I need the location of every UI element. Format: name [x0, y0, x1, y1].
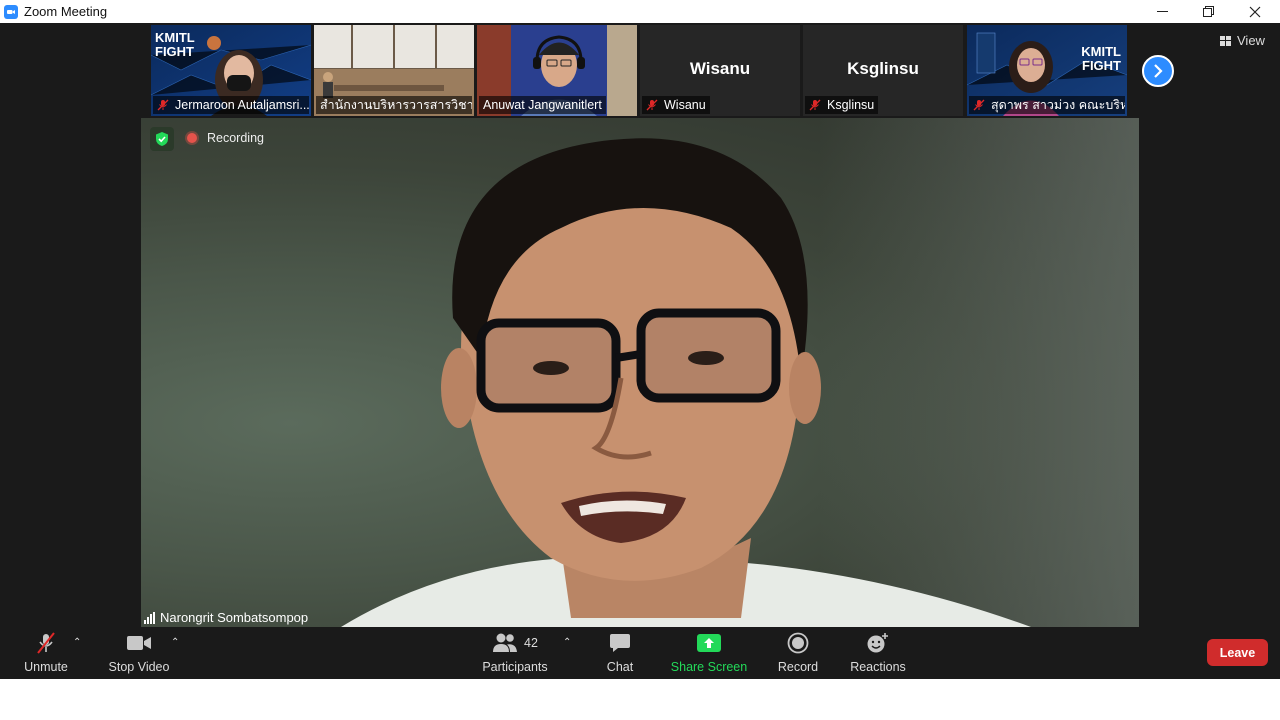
- close-button[interactable]: [1232, 0, 1278, 23]
- restore-button[interactable]: [1185, 0, 1231, 23]
- security-shield-icon[interactable]: [150, 127, 174, 151]
- record-icon: [787, 632, 809, 654]
- active-speaker-video: Recording Narongrit Sombatsompop: [141, 118, 1139, 627]
- participant-name: Ksglinsu: [827, 98, 875, 112]
- muted-mic-icon: [37, 632, 55, 654]
- zoom-app-icon: [4, 4, 18, 19]
- muted-mic-icon: [809, 99, 821, 111]
- active-speaker-name: Narongrit Sombatsompop: [144, 610, 308, 625]
- participant-tile[interactable]: สำนักงานบริหารวารสารวิชาการ: [314, 25, 474, 116]
- participant-name: Wisanu: [664, 98, 706, 112]
- minimize-icon: [1156, 11, 1168, 12]
- share-screen-button[interactable]: Share Screen: [670, 627, 748, 679]
- participants-count: 42: [524, 636, 538, 650]
- view-label: View: [1237, 33, 1265, 48]
- recording-indicator: Recording: [187, 131, 264, 145]
- participant-tile[interactable]: KMITL FIGHT Jermaroon Autaljamsri...: [151, 25, 311, 116]
- video-options-caret-icon[interactable]: ⌃: [171, 637, 179, 648]
- close-icon: [1249, 6, 1261, 17]
- participant-name-bar: Jermaroon Autaljamsri...: [153, 96, 309, 114]
- record-label: Record: [777, 660, 819, 674]
- share-screen-label: Share Screen: [670, 660, 748, 674]
- recording-label: Recording: [207, 131, 264, 145]
- participants-button[interactable]: 42 Participants: [479, 627, 551, 679]
- participant-tile[interactable]: KMITL FIGHT สุดาพร สาวม่วง คณะบริหา...: [967, 25, 1127, 116]
- recording-dot-icon: [187, 133, 197, 143]
- participant-name-bar: สำนักงานบริหารวารสารวิชาการ: [316, 96, 472, 114]
- unmute-label: Unmute: [24, 660, 68, 674]
- chat-icon: [610, 634, 630, 652]
- reactions-label: Reactions: [850, 660, 906, 674]
- kmitl-fight-banner: KMITL FIGHT: [155, 30, 195, 59]
- muted-mic-icon: [157, 99, 169, 111]
- participant-tile[interactable]: Anuwat Jangwanitlert: [477, 25, 637, 116]
- meeting-area: KMITL FIGHT Jermaroon Autaljamsri... สำน…: [0, 23, 1280, 627]
- participant-name: สำนักงานบริหารวารสารวิชาการ: [320, 98, 472, 112]
- meeting-toolbar: Unmute ⌃ Stop Video ⌃ 42 Participants ⌃ …: [0, 627, 1280, 679]
- participant-display-name: Ksglinsu: [847, 59, 919, 78]
- reactions-button[interactable]: Reactions: [848, 627, 908, 679]
- participants-label: Participants: [482, 660, 548, 674]
- record-button[interactable]: Record: [775, 627, 821, 679]
- participant-tile[interactable]: Wisanu Wisanu: [640, 25, 800, 116]
- participant-name-bar: Wisanu: [642, 96, 710, 114]
- muted-mic-icon: [973, 99, 985, 111]
- desktop-background: [0, 679, 1280, 720]
- audio-options-caret-icon[interactable]: ⌃: [73, 637, 81, 648]
- participant-name-bar: สุดาพร สาวม่วง คณะบริหา...: [969, 96, 1125, 114]
- participants-options-caret-icon[interactable]: ⌃: [563, 637, 571, 648]
- chevron-right-icon: [1154, 64, 1163, 78]
- participant-name-bar: Anuwat Jangwanitlert: [479, 96, 606, 114]
- participant-name: สุดาพร สาวม่วง คณะบริหา...: [991, 98, 1125, 112]
- speaker-video-frame: [341, 138, 1031, 627]
- stop-video-button[interactable]: Stop Video: [104, 627, 174, 679]
- window-title: Zoom Meeting: [24, 4, 108, 19]
- participant-tile[interactable]: Ksglinsu Ksglinsu: [803, 25, 963, 116]
- view-button[interactable]: View: [1220, 33, 1265, 48]
- video-camera-icon: [127, 636, 151, 650]
- restore-icon: [1202, 6, 1214, 17]
- share-screen-icon: [697, 634, 721, 652]
- participant-display-name: Wisanu: [689, 59, 751, 78]
- muted-mic-icon: [646, 99, 658, 111]
- next-page-button[interactable]: [1142, 55, 1174, 87]
- unmute-button[interactable]: Unmute: [18, 627, 74, 679]
- participant-name: Anuwat Jangwanitlert: [483, 98, 602, 112]
- reactions-smiley-icon: [867, 633, 888, 653]
- chat-button[interactable]: Chat: [600, 627, 640, 679]
- active-speaker-label: Narongrit Sombatsompop: [160, 610, 309, 625]
- leave-button[interactable]: Leave: [1207, 639, 1268, 666]
- stop-video-label: Stop Video: [108, 660, 170, 674]
- participant-name-bar: Ksglinsu: [805, 96, 879, 114]
- signal-strength-icon: [144, 611, 155, 624]
- chat-label: Chat: [606, 660, 634, 674]
- title-bar: Zoom Meeting: [0, 0, 1280, 23]
- minimize-button[interactable]: [1139, 0, 1185, 23]
- participant-name: Jermaroon Autaljamsri...: [175, 98, 309, 112]
- kmitl-fight-banner: KMITL FIGHT: [1081, 44, 1121, 73]
- participants-icon: [493, 633, 518, 652]
- grid-view-icon: [1220, 35, 1231, 46]
